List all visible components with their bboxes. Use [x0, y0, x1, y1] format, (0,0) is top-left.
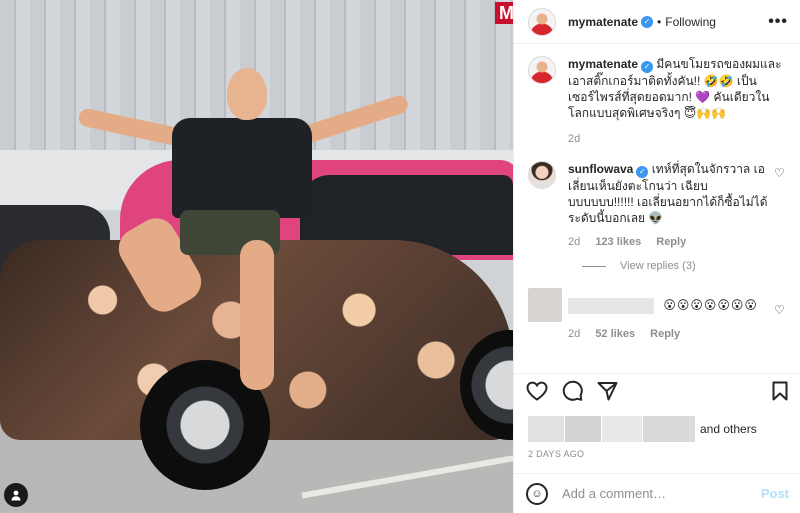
user-silhouette-icon — [11, 490, 21, 501]
comment-like-count[interactable]: 52 likes — [595, 328, 635, 340]
caption-username[interactable]: mymatenate — [568, 57, 638, 71]
share-paper-plane-icon[interactable] — [597, 381, 618, 405]
caption: mymatenate ✓ มีคนขโมยรถของผมและเอาสติ๊กเก… — [528, 56, 786, 147]
verified-badge-icon: ✓ — [636, 166, 649, 178]
header-separator: • — [657, 14, 662, 29]
author-username[interactable]: mymatenate — [568, 15, 638, 29]
add-comment-bar: ☺ Post — [514, 473, 800, 513]
photo-sign: M — [495, 2, 513, 24]
comment-body: 😮😮😮😮😮😮😮 2d 52 likes Reply — [568, 288, 786, 342]
caption-avatar[interactable] — [528, 56, 556, 84]
comment-bubble-icon[interactable] — [562, 380, 583, 405]
view-replies-line — [582, 265, 606, 267]
caption-text-block: mymatenate ✓ มีคนขโมยรถของผมและเอาสติ๊กเก… — [568, 56, 786, 121]
comment-like-heart-icon[interactable]: ♡ — [774, 304, 786, 316]
photo-person-leg-right — [240, 240, 274, 390]
post-header: mymatenate ✓ • Following ••• — [514, 0, 800, 44]
commenter-avatar[interactable] — [528, 161, 556, 189]
comment-item: sunflowava ✓ เทห์ที่สุดในจักรวาล เอเลี่ยน… — [528, 161, 786, 250]
comment-time[interactable]: 2d — [568, 236, 580, 248]
verified-badge-icon: ✓ — [641, 61, 654, 73]
liker-avatars-redacted — [528, 416, 696, 442]
bookmark-icon[interactable] — [772, 381, 788, 405]
view-replies-label: View replies (3) — [620, 260, 696, 272]
following-button[interactable]: Following — [665, 15, 716, 29]
post-photo[interactable]: M — [0, 0, 513, 513]
post-actions — [514, 373, 800, 411]
view-replies-button[interactable]: View replies (3) — [582, 260, 786, 272]
caption-meta: 2d — [568, 131, 786, 147]
comment-reply-button[interactable]: Reply — [656, 236, 686, 248]
caption-body: mymatenate ✓ มีคนขโมยรถของผมและเอาสติ๊กเก… — [568, 56, 786, 147]
verified-badge-icon: ✓ — [641, 15, 654, 28]
comment-like-count[interactable]: 123 likes — [595, 236, 641, 248]
photo-person-head — [227, 68, 267, 120]
emoji-picker-icon[interactable]: ☺ — [526, 482, 548, 505]
like-heart-icon[interactable] — [526, 381, 548, 405]
post-comment-button[interactable]: Post — [761, 486, 789, 501]
comment-meta: 2d 52 likes Reply — [568, 326, 768, 342]
likes-summary[interactable]: and others — [514, 411, 800, 442]
commenter-avatar[interactable] — [528, 288, 562, 322]
user-tag-icon[interactable] — [4, 483, 28, 507]
comment-reply-button[interactable]: Reply — [650, 328, 680, 340]
commenter-username-redacted[interactable] — [568, 297, 654, 314]
photo-person-shirt — [172, 118, 312, 218]
comment-meta: 2d 123 likes Reply — [568, 234, 768, 250]
comment-item: 😮😮😮😮😮😮😮 2d 52 likes Reply ♡ — [528, 288, 786, 342]
add-comment-input[interactable] — [562, 486, 753, 501]
more-options-icon[interactable]: ••• — [768, 13, 788, 31]
comment-body: sunflowava ✓ เทห์ที่สุดในจักรวาล เอเลี่ยน… — [568, 161, 786, 250]
likes-text: and others — [700, 422, 757, 436]
caption-time[interactable]: 2d — [568, 133, 580, 145]
comment-time[interactable]: 2d — [568, 328, 580, 340]
author-avatar[interactable] — [528, 7, 556, 36]
post-sidebar: mymatenate ✓ • Following ••• mymatenate ✓… — [513, 0, 800, 513]
comment-text-block: 😮😮😮😮😮😮😮 — [568, 297, 768, 314]
comments-list[interactable]: mymatenate ✓ มีคนขโมยรถของผมและเอาสติ๊กเก… — [514, 44, 800, 373]
comment-like-heart-icon[interactable]: ♡ — [774, 167, 786, 179]
comment-text-block: sunflowava ✓ เทห์ที่สุดในจักรวาล เอเลี่ยน… — [568, 161, 768, 226]
comment-text: 😮😮😮😮😮😮😮 — [663, 298, 758, 312]
post-timestamp[interactable]: 2 DAYS AGO — [514, 441, 800, 467]
commenter-username[interactable]: sunflowava — [568, 162, 633, 176]
